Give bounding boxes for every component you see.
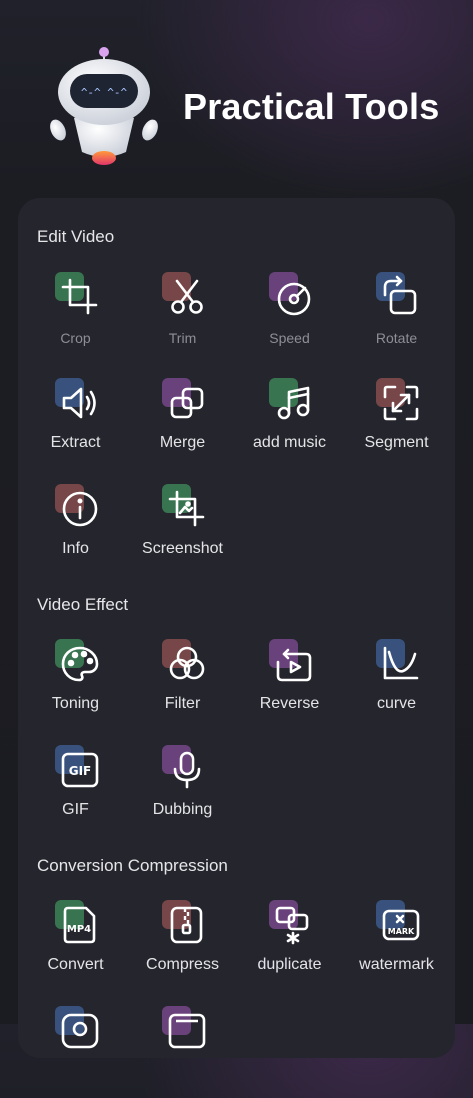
filter-tool[interactable]: Filter: [129, 639, 236, 731]
filter-icon: [169, 646, 205, 680]
robot-eyes: ^-^ ^-^: [81, 86, 128, 99]
toning-tool[interactable]: Toning: [22, 639, 129, 731]
more-tool[interactable]: [129, 1006, 236, 1098]
gif-tool[interactable]: GIF GIF: [22, 745, 129, 837]
convert-tool[interactable]: MP4 Convert: [22, 900, 129, 992]
microphone-icon: [173, 751, 201, 789]
dubbing-label: Dubbing: [152, 801, 213, 818]
gif-label: GIF: [62, 801, 89, 818]
header: ^-^ ^-^ Practical Tools: [0, 0, 473, 190]
duplicate-tool[interactable]: duplicate: [236, 900, 343, 992]
filter-label: Filter: [164, 695, 201, 712]
rotate-tool[interactable]: Rotate: [343, 272, 450, 364]
compress-label: Compress: [146, 956, 219, 973]
trim-label: Trim: [168, 330, 197, 346]
info-tool[interactable]: Info: [22, 484, 129, 576]
speaker-icon: [62, 387, 96, 419]
info-label: Info: [62, 540, 89, 557]
mp4-file-icon: MP4: [63, 906, 96, 944]
trim-tool[interactable]: Trim: [129, 272, 236, 364]
add-music-tool[interactable]: add music: [236, 378, 343, 470]
section-title-conversion-compression: Conversion Compression: [37, 856, 228, 875]
speed-tool[interactable]: Speed: [236, 272, 343, 364]
svg-text:GIF: GIF: [69, 764, 92, 778]
curve-icon: [383, 646, 419, 680]
crop-tool[interactable]: Crop: [22, 272, 129, 364]
crop-label: Crop: [60, 330, 91, 346]
more-tool[interactable]: [22, 1006, 129, 1098]
palette-icon: [61, 646, 99, 682]
compress-tool[interactable]: Compress: [129, 900, 236, 992]
merge-label: Merge: [159, 434, 206, 451]
extract-tool[interactable]: Extract: [22, 378, 129, 470]
music-note-icon: [277, 386, 310, 420]
speed-label: Speed: [269, 330, 310, 346]
merge-icon: [170, 387, 204, 419]
merge-tool[interactable]: Merge: [129, 378, 236, 470]
robot-mascot-icon: ^-^ ^-^: [50, 47, 158, 165]
watermark-tool[interactable]: MARK watermark: [343, 900, 450, 992]
partial-icon: [168, 1013, 206, 1049]
scissors-icon: [171, 279, 203, 314]
screenshot-tool[interactable]: Screenshot: [129, 484, 236, 576]
screenshot-label: Screenshot: [142, 540, 223, 557]
duplicate-icon: [275, 906, 309, 945]
add-music-label: add music: [253, 434, 326, 451]
segment-icon: [383, 385, 419, 421]
speed-icon: [277, 282, 311, 316]
reverse-icon: [276, 648, 312, 682]
extract-label: Extract: [50, 434, 101, 451]
duplicate-label: duplicate: [257, 956, 322, 973]
svg-text:MP4: MP4: [67, 924, 91, 935]
svg-text:MARK: MARK: [388, 927, 415, 936]
info-icon: [62, 491, 98, 527]
watermark-icon: MARK: [382, 909, 420, 941]
dubbing-tool[interactable]: Dubbing: [129, 745, 236, 837]
curve-tool[interactable]: curve: [343, 639, 450, 731]
convert-label: Convert: [47, 956, 104, 973]
curve-label: curve: [376, 695, 417, 712]
rotate-label: Rotate: [375, 330, 418, 346]
page-title: Practical Tools: [183, 86, 440, 127]
crop-icon: [61, 278, 98, 315]
watermark-label: watermark: [359, 956, 434, 973]
reverse-tool[interactable]: Reverse: [236, 639, 343, 731]
section-title-edit-video: Edit Video: [37, 227, 115, 246]
partial-icon: [61, 1013, 99, 1049]
segment-label: Segment: [364, 434, 429, 451]
zip-file-icon: [170, 906, 203, 944]
screenshot-icon: [168, 490, 205, 527]
section-title-video-effect: Video Effect: [37, 595, 129, 614]
segment-tool[interactable]: Segment: [343, 378, 450, 470]
gif-icon: GIF: [61, 752, 99, 788]
toning-label: Toning: [51, 695, 100, 712]
reverse-label: Reverse: [259, 695, 320, 712]
rotate-icon: [383, 275, 417, 315]
